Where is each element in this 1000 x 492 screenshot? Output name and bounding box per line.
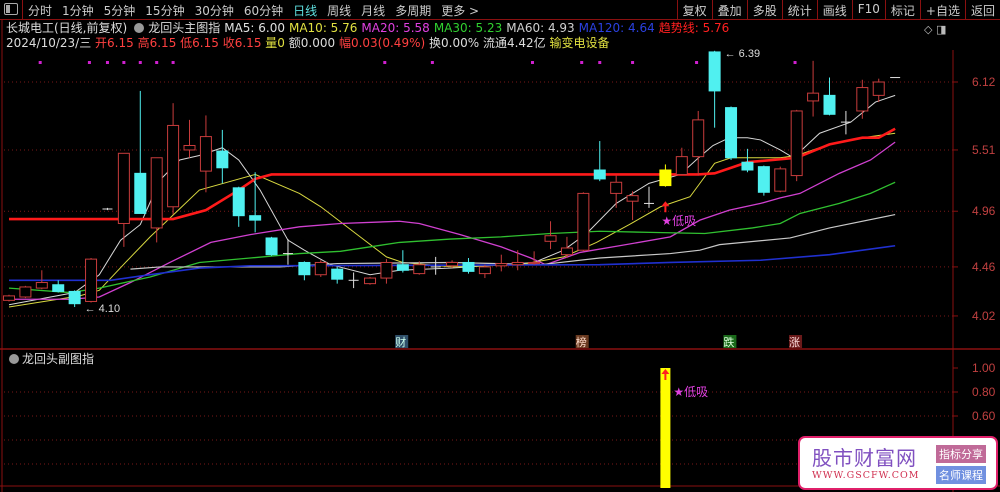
candle-body	[659, 169, 672, 187]
watermark-name: 股市财富网	[812, 446, 917, 470]
candle-body	[3, 295, 15, 301]
candle-body	[216, 150, 229, 169]
signal-dot	[383, 61, 387, 64]
candle-body	[807, 92, 820, 102]
bottom-tag: 跌	[723, 335, 734, 349]
kline-chart[interactable]: 6.12 5.51 4.96 4.46 4.02 1.00 0.80 0.60 ← 6.39 ← …	[0, 0, 1000, 492]
candle-body	[626, 195, 639, 202]
sub-signal-label: ★低吸	[673, 385, 708, 399]
signal-dot	[87, 61, 91, 64]
bottom-tag: 财	[395, 335, 406, 349]
candle-body	[528, 261, 541, 265]
y-tick-label: 4.02	[972, 309, 996, 323]
sub-chart-header: 龙回头副图指	[6, 350, 94, 367]
candle-body	[167, 124, 180, 208]
candle-body	[610, 181, 623, 194]
candle-body	[790, 110, 803, 177]
signal-dot	[155, 61, 159, 64]
candle-body	[446, 261, 459, 267]
candle-body	[150, 157, 163, 229]
candle-body	[19, 286, 32, 298]
candle-body	[757, 166, 770, 193]
candle-body	[708, 51, 721, 92]
candle-body	[117, 152, 130, 224]
signal-dot	[38, 61, 42, 64]
candle-body	[232, 187, 245, 217]
candle-body	[413, 264, 426, 275]
signal-dot	[793, 61, 797, 64]
sub-y-tick-label: 0.80	[972, 385, 996, 399]
candle-body	[298, 261, 311, 276]
signal-dot	[530, 61, 534, 64]
watermark-badge-course: 名师课程	[936, 466, 986, 484]
candle-body	[593, 169, 606, 180]
candle-body	[52, 284, 65, 292]
candle-body	[872, 81, 885, 96]
candle-body	[511, 261, 524, 266]
candle-body	[364, 277, 377, 285]
candle-body	[265, 237, 278, 256]
candle-body	[183, 144, 196, 151]
candle-body	[560, 247, 573, 256]
candle-body	[314, 261, 327, 276]
signal-dot	[598, 61, 602, 64]
signal-dot	[695, 61, 699, 64]
signal-label: ★低吸	[661, 214, 696, 228]
candle-body	[692, 119, 705, 158]
y-tick-label: 4.46	[972, 260, 996, 274]
watermark-logo: 股市财富网 WWW.GSCFW.COM 指标分享 名师课程	[798, 436, 998, 490]
up-arrow-icon	[661, 201, 670, 213]
sub-y-tick-label: 0.60	[972, 409, 996, 423]
candle-body	[68, 290, 81, 305]
candle-body	[134, 172, 147, 214]
signal-bar	[660, 368, 671, 488]
candle-body	[249, 215, 262, 221]
candle-body	[396, 264, 409, 271]
price-annotation: ← 4.10	[85, 303, 120, 315]
signal-dot	[105, 61, 109, 64]
candle-body	[331, 268, 344, 280]
candle-body	[675, 156, 688, 175]
candle-body	[199, 136, 212, 172]
price-annotation: ← 6.39	[725, 48, 760, 60]
sub-y-tick-label: 1.00	[972, 361, 996, 375]
candle-body	[85, 258, 98, 302]
candle-body	[495, 263, 508, 267]
signal-dot	[430, 61, 434, 64]
y-tick-label: 5.51	[972, 143, 996, 157]
signal-dot	[631, 61, 635, 64]
candle-body	[462, 261, 475, 272]
candle-body	[741, 161, 754, 171]
bottom-tag: 榜	[576, 335, 587, 349]
candle-body	[774, 168, 787, 192]
watermark-badge-share: 指标分享	[936, 445, 986, 463]
candle-body	[577, 192, 590, 251]
sub-chart-title[interactable]: 龙回头副图指	[22, 352, 94, 366]
candle-body	[380, 261, 393, 279]
candle-body	[725, 107, 738, 159]
signal-dot	[171, 61, 175, 64]
candle-body	[823, 94, 836, 115]
watermark-url: WWW.GSCFW.COM	[812, 470, 920, 481]
candle-body	[478, 266, 491, 275]
signal-dot	[138, 61, 142, 64]
y-tick-label: 6.12	[972, 75, 996, 89]
y-tick-label: 4.96	[972, 204, 996, 218]
dropdown-circle-icon[interactable]	[9, 354, 19, 364]
signal-dot	[580, 61, 584, 64]
candle-body	[35, 282, 48, 289]
candle-body	[856, 87, 869, 112]
signal-dot	[122, 61, 126, 64]
bottom-tag: 涨	[789, 336, 800, 349]
candle-body	[544, 235, 557, 242]
